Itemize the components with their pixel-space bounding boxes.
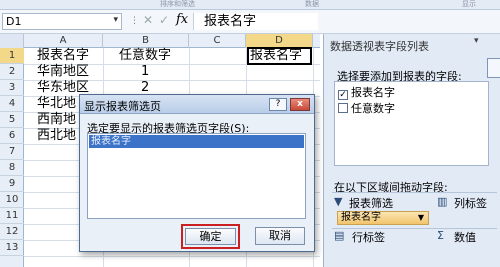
cancel-button[interactable]: 取消 (255, 227, 305, 245)
field-label: 任意数字 (351, 102, 395, 115)
chevron-down-icon[interactable]: ▾ (113, 15, 118, 25)
pane-title: 数据透视表字段列表 (330, 40, 429, 53)
show-report-filter-pages-dialog: 显示报表筛选页 ? x 选定要显示的报表筛选页字段(S): 报表名字 确定 取消 (79, 94, 315, 252)
confirm-formula-icon[interactable]: ✓ (159, 13, 169, 27)
row-header[interactable]: 9 (0, 176, 24, 192)
chevron-down-icon[interactable]: ▼ (418, 212, 424, 224)
row-header[interactable]: 10 (0, 192, 24, 208)
filter-field-tag[interactable]: 报表名字 ▼ (337, 211, 429, 225)
cell-a4[interactable]: 华北地 (37, 96, 76, 112)
field-item[interactable]: 任意数字 (338, 102, 395, 115)
cell-b2[interactable]: 1 (141, 64, 149, 80)
separator-dots: ⋮ (130, 16, 139, 26)
dialog-title-bar[interactable]: 显示报表筛选页 ? x (80, 95, 314, 114)
column-header-c[interactable]: C (189, 34, 246, 48)
ok-button-highlight: 确定 (181, 224, 240, 249)
columns-icon: ▥ (437, 195, 448, 208)
field-item[interactable]: ✓ 报表名字 (338, 86, 395, 100)
formula-bar: D1 ▾ ⋮ ✕ ✓ fx 报表名字 (0, 10, 500, 34)
insert-function-icon[interactable]: fx (176, 12, 188, 27)
listbox-item-selected[interactable]: 报表名字 (89, 135, 304, 148)
row-header[interactable]: 8 (0, 160, 24, 176)
ribbon-group-data: 数据 (305, 0, 319, 8)
field-list: ✓ 报表名字 任意数字 (334, 81, 489, 166)
ribbon-strip: 排序和筛选 数据 显示 (0, 0, 500, 10)
selected-cell-outline (247, 47, 312, 65)
zone-values-label: 数值 (454, 231, 476, 244)
ribbon-group-show: 显示 (462, 0, 476, 8)
row-header[interactable]: 11 (0, 208, 24, 224)
row-header[interactable]: 7 (0, 144, 24, 160)
ribbon-group-sort-filter: 排序和筛选 (160, 0, 195, 8)
row-header[interactable]: 3 (0, 80, 24, 96)
cell-a6[interactable]: 西北地 (37, 128, 76, 144)
name-box-value: D1 (6, 15, 22, 28)
checkbox-checked[interactable]: ✓ (338, 90, 348, 100)
column-header-d[interactable]: D (246, 34, 313, 48)
column-header-a[interactable]: A (24, 34, 103, 48)
row-headers: 1 2 3 4 5 6 7 8 9 10 11 12 13 (0, 48, 24, 267)
row-header[interactable]: 12 (0, 224, 24, 240)
pivot-field-list-pane: 数据透视表字段列表 ▾ 选择要添加到报表的字段: ✓ 报表名字 任意数字 在以下区… (323, 34, 500, 267)
filter-field-label: 报表名字 (341, 212, 381, 223)
dialog-title: 显示报表筛选页 (84, 100, 161, 113)
sigma-icon: Σ (437, 229, 444, 242)
grid-line (24, 256, 320, 257)
ok-button[interactable]: 确定 (185, 228, 236, 245)
zone-rows-label: 行标签 (352, 231, 385, 244)
column-headers: A B C D (0, 34, 320, 48)
cancel-formula-icon[interactable]: ✕ (143, 13, 153, 27)
row-header[interactable]: 4 (0, 96, 24, 112)
row-header[interactable]: 5 (0, 112, 24, 128)
row-header[interactable]: 13 (0, 240, 24, 256)
column-header-b[interactable]: B (103, 34, 189, 48)
help-button[interactable]: ? (269, 98, 287, 111)
row-header[interactable]: 6 (0, 128, 24, 144)
row-header[interactable]: 2 (0, 64, 24, 80)
name-box[interactable]: D1 ▾ (2, 13, 122, 30)
formula-input[interactable]: 报表名字 (193, 13, 318, 30)
layout-options-button[interactable] (487, 58, 500, 78)
cell-a1[interactable]: 报表名字 (37, 48, 89, 64)
field-label: 报表名字 (351, 86, 395, 99)
zone-filter-label: 报表筛选 (349, 197, 393, 210)
checkbox-unchecked[interactable] (338, 103, 348, 113)
row-header[interactable]: 1 (0, 48, 24, 64)
cell-a2[interactable]: 华南地区 (37, 64, 89, 80)
cell-b1[interactable]: 任意数字 (119, 48, 171, 64)
chevron-down-icon[interactable]: ▾ (474, 36, 479, 46)
filter-icon: ▼ (334, 195, 343, 208)
rows-icon: ▤ (334, 229, 345, 242)
zone-columns-label: 列标签 (454, 197, 487, 210)
divider (332, 192, 497, 193)
filter-field-listbox[interactable]: 报表名字 (87, 133, 306, 219)
close-button[interactable]: x (290, 98, 310, 111)
select-all-corner[interactable] (0, 34, 24, 48)
cell-a5[interactable]: 西南地 (37, 112, 76, 128)
